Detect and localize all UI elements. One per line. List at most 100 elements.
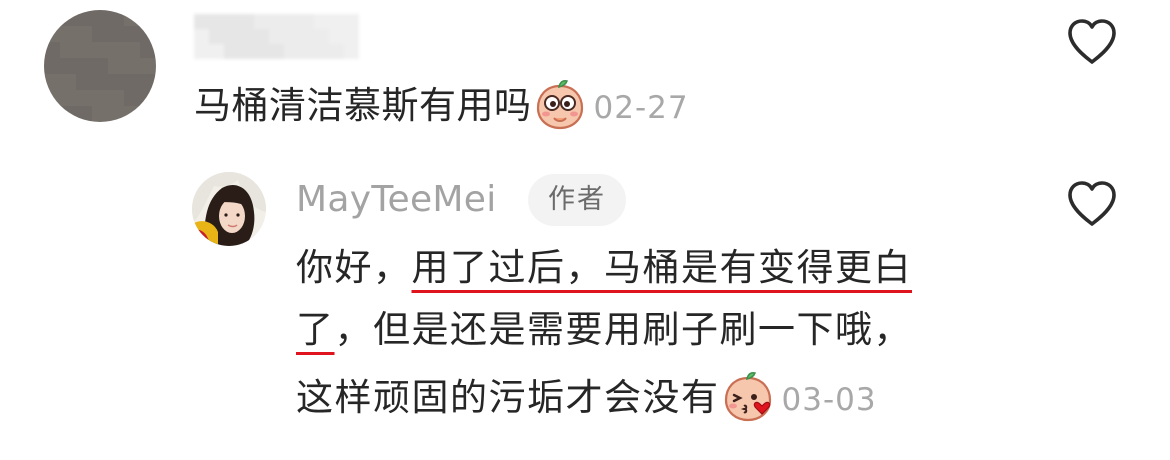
mosaic-pixel <box>108 58 124 74</box>
mosaic-pixel <box>76 106 92 122</box>
reply-text-line: 这样顽固的污垢才会没有 03-03 <box>296 370 877 428</box>
mosaic-pixel <box>124 90 140 106</box>
reply-text: ，但是还是需要用刷子刷一下哦， <box>334 308 912 351</box>
pixelated-avatar-image <box>44 10 156 122</box>
author-avatar-photo <box>192 172 266 246</box>
comment-text: 马桶清洁慕斯有用吗 <box>194 84 532 127</box>
mosaic-pixel <box>44 106 60 122</box>
mosaic-pixel <box>140 42 156 58</box>
mosaic-pixel <box>314 29 329 44</box>
reply-avatar[interactable] <box>192 172 266 246</box>
mosaic-pixel <box>140 10 156 26</box>
comment-body: 马桶清洁慕斯有用吗 02-27 <box>194 78 689 135</box>
mosaic-pixel <box>329 29 344 44</box>
mosaic-pixel <box>76 74 92 90</box>
mosaic-pixel <box>60 10 76 26</box>
mosaic-pixel <box>140 58 156 74</box>
mosaic-pixel <box>92 106 108 122</box>
mosaic-pixel <box>76 26 92 42</box>
peach-smile-emoji-icon <box>536 80 583 130</box>
mosaic-pixel <box>60 90 76 106</box>
mosaic-pixel <box>124 106 140 122</box>
mosaic-pixel <box>224 44 239 59</box>
mosaic-pixel <box>44 42 60 58</box>
mosaic-pixel <box>194 29 209 44</box>
reply-text: 这样顽固的污垢才会没有 <box>296 376 720 419</box>
mosaic-pixel <box>44 90 60 106</box>
mosaic-pixel <box>92 26 108 42</box>
author-badge: 作者 <box>528 174 626 226</box>
mosaic-pixel <box>108 10 124 26</box>
mosaic-pixel <box>92 90 108 106</box>
reply-text: 你好， <box>296 246 412 289</box>
heart-outline-icon[interactable] <box>1066 18 1118 66</box>
mosaic-pixel <box>314 44 329 59</box>
mosaic-pixel <box>92 74 108 90</box>
mosaic-pixel <box>194 44 209 59</box>
mosaic-pixel <box>209 29 224 44</box>
reply-text-line: 了，但是还是需要用刷子刷一下哦， <box>296 302 912 358</box>
mosaic-pixel <box>76 10 92 26</box>
mosaic-pixel <box>44 26 60 42</box>
mosaic-pixel <box>108 26 124 42</box>
mosaic-pixel <box>60 58 76 74</box>
mosaic-pixel <box>108 106 124 122</box>
reply-text-underlined: 用了过后，马桶是有变得更白 <box>411 246 912 289</box>
mosaic-pixel <box>329 14 344 29</box>
mosaic-pixel <box>254 29 269 44</box>
mosaic-pixel <box>344 44 359 59</box>
mosaic-pixel <box>92 42 108 58</box>
mosaic-pixel <box>284 44 299 59</box>
mosaic-pixel <box>60 74 76 90</box>
mosaic-pixel <box>269 14 284 29</box>
mosaic-pixel <box>269 29 284 44</box>
mosaic-pixel <box>44 10 60 26</box>
mosaic-pixel <box>140 90 156 106</box>
heart-outline-icon[interactable] <box>1066 180 1118 228</box>
mosaic-pixel <box>124 58 140 74</box>
mosaic-pixel <box>299 14 314 29</box>
mosaic-pixel <box>329 44 344 59</box>
mosaic-pixel <box>44 58 60 74</box>
username-blurred[interactable] <box>194 14 359 59</box>
comment-date: 02-27 <box>593 90 689 126</box>
mosaic-pixel <box>209 14 224 29</box>
reply-author-name[interactable]: MayTeeMei <box>296 174 497 226</box>
mosaic-pixel <box>284 14 299 29</box>
mosaic-pixel <box>140 106 156 122</box>
mosaic-pixel <box>60 42 76 58</box>
mosaic-pixel <box>344 14 359 29</box>
reply-text-line: 你好，用了过后，马桶是有变得更白 <box>296 240 912 296</box>
mosaic-pixel <box>76 42 92 58</box>
mosaic-pixel <box>76 90 92 106</box>
mosaic-pixel <box>299 44 314 59</box>
mosaic-pixel <box>254 44 269 59</box>
mosaic-pixel <box>44 74 60 90</box>
comment-thread: 马桶清洁慕斯有用吗 02-27 MayTeeMei 作者 你好，用了过后，马桶是… <box>0 0 1170 460</box>
mosaic-pixel <box>299 29 314 44</box>
mosaic-pixel <box>284 29 299 44</box>
mosaic-pixel <box>269 44 284 59</box>
mosaic-pixel <box>254 14 269 29</box>
mosaic-pixel <box>224 14 239 29</box>
mosaic-pixel <box>239 14 254 29</box>
reply-text-underlined: 了 <box>296 308 335 351</box>
mosaic-pixel <box>92 58 108 74</box>
mosaic-pixel <box>76 58 92 74</box>
mosaic-pixel <box>124 74 140 90</box>
mosaic-pixel <box>108 90 124 106</box>
mosaic-pixel <box>140 26 156 42</box>
mosaic-pixel <box>108 42 124 58</box>
mosaic-pixel <box>314 14 329 29</box>
mosaic-pixel <box>124 26 140 42</box>
peach-kiss-emoji-icon <box>724 372 771 422</box>
mosaic-pixel <box>140 74 156 90</box>
mosaic-pixel <box>194 14 209 29</box>
mosaic-pixel <box>60 26 76 42</box>
mosaic-pixel <box>224 29 239 44</box>
reply-date: 03-03 <box>781 382 877 418</box>
mosaic-pixel <box>344 29 359 44</box>
mosaic-pixel <box>124 42 140 58</box>
avatar[interactable] <box>44 10 156 122</box>
mosaic-pixel <box>108 74 124 90</box>
